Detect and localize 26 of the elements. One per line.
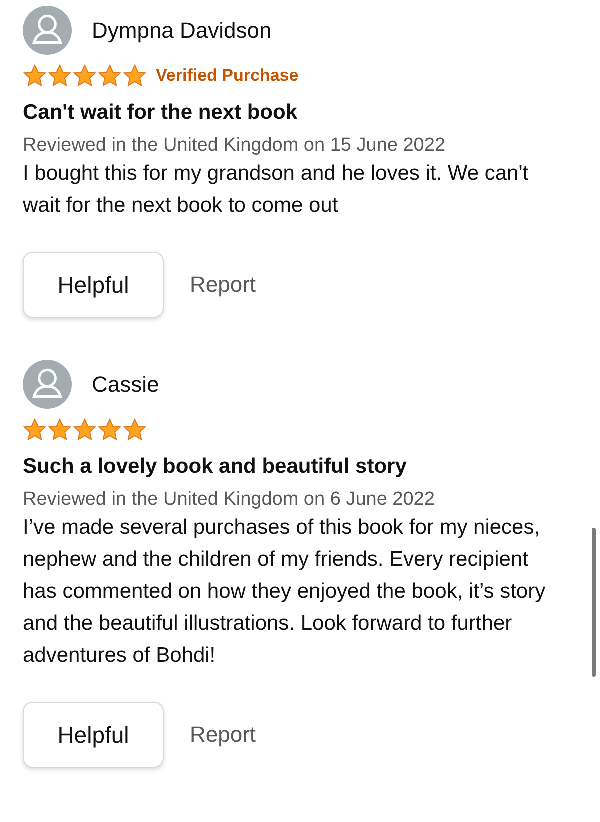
scrollbar[interactable] xyxy=(592,528,596,677)
helpful-button[interactable]: Helpful xyxy=(23,702,164,768)
report-link[interactable]: Report xyxy=(190,722,256,748)
review-title: Such a lovely book and beautiful story xyxy=(23,455,408,479)
report-link[interactable]: Report xyxy=(190,272,256,298)
review-title: Can't wait for the next book xyxy=(23,101,299,125)
review-date: Reviewed in the United Kingdom on 6 June 2022 xyxy=(23,489,436,511)
verified-purchase: Verified Purchase xyxy=(156,66,299,86)
helpful-button[interactable]: Helpful xyxy=(23,252,164,318)
avatar-icon xyxy=(23,6,72,55)
reviewer-name: Cassie xyxy=(92,372,160,398)
star-icon xyxy=(48,418,72,442)
avatar-icon xyxy=(23,360,72,409)
review-text: I bought this for my grandson and he loves it. We can't wait for the next book to come out xyxy=(23,161,530,219)
reviewer-name: Dympna Davidson xyxy=(92,18,272,44)
star-icon xyxy=(73,64,97,88)
review-date: Reviewed in the United Kingdom on 15 June 2022 xyxy=(23,135,447,157)
star-icon xyxy=(98,418,122,442)
review-text: I’ve made several purchases of this book for my nieces, nephew and the children of my friends. Every recipient has commented on how they enjoyed the book, it’s story and the beautiful illustrations. Look forward to further adventures of Bohdi! xyxy=(23,515,547,669)
star-icon xyxy=(123,418,147,442)
star-icon xyxy=(98,64,122,88)
star-icon xyxy=(23,64,47,88)
star-icon xyxy=(123,64,147,88)
star-icon xyxy=(73,418,97,442)
star-icon xyxy=(23,418,47,442)
star-icon xyxy=(48,64,72,88)
